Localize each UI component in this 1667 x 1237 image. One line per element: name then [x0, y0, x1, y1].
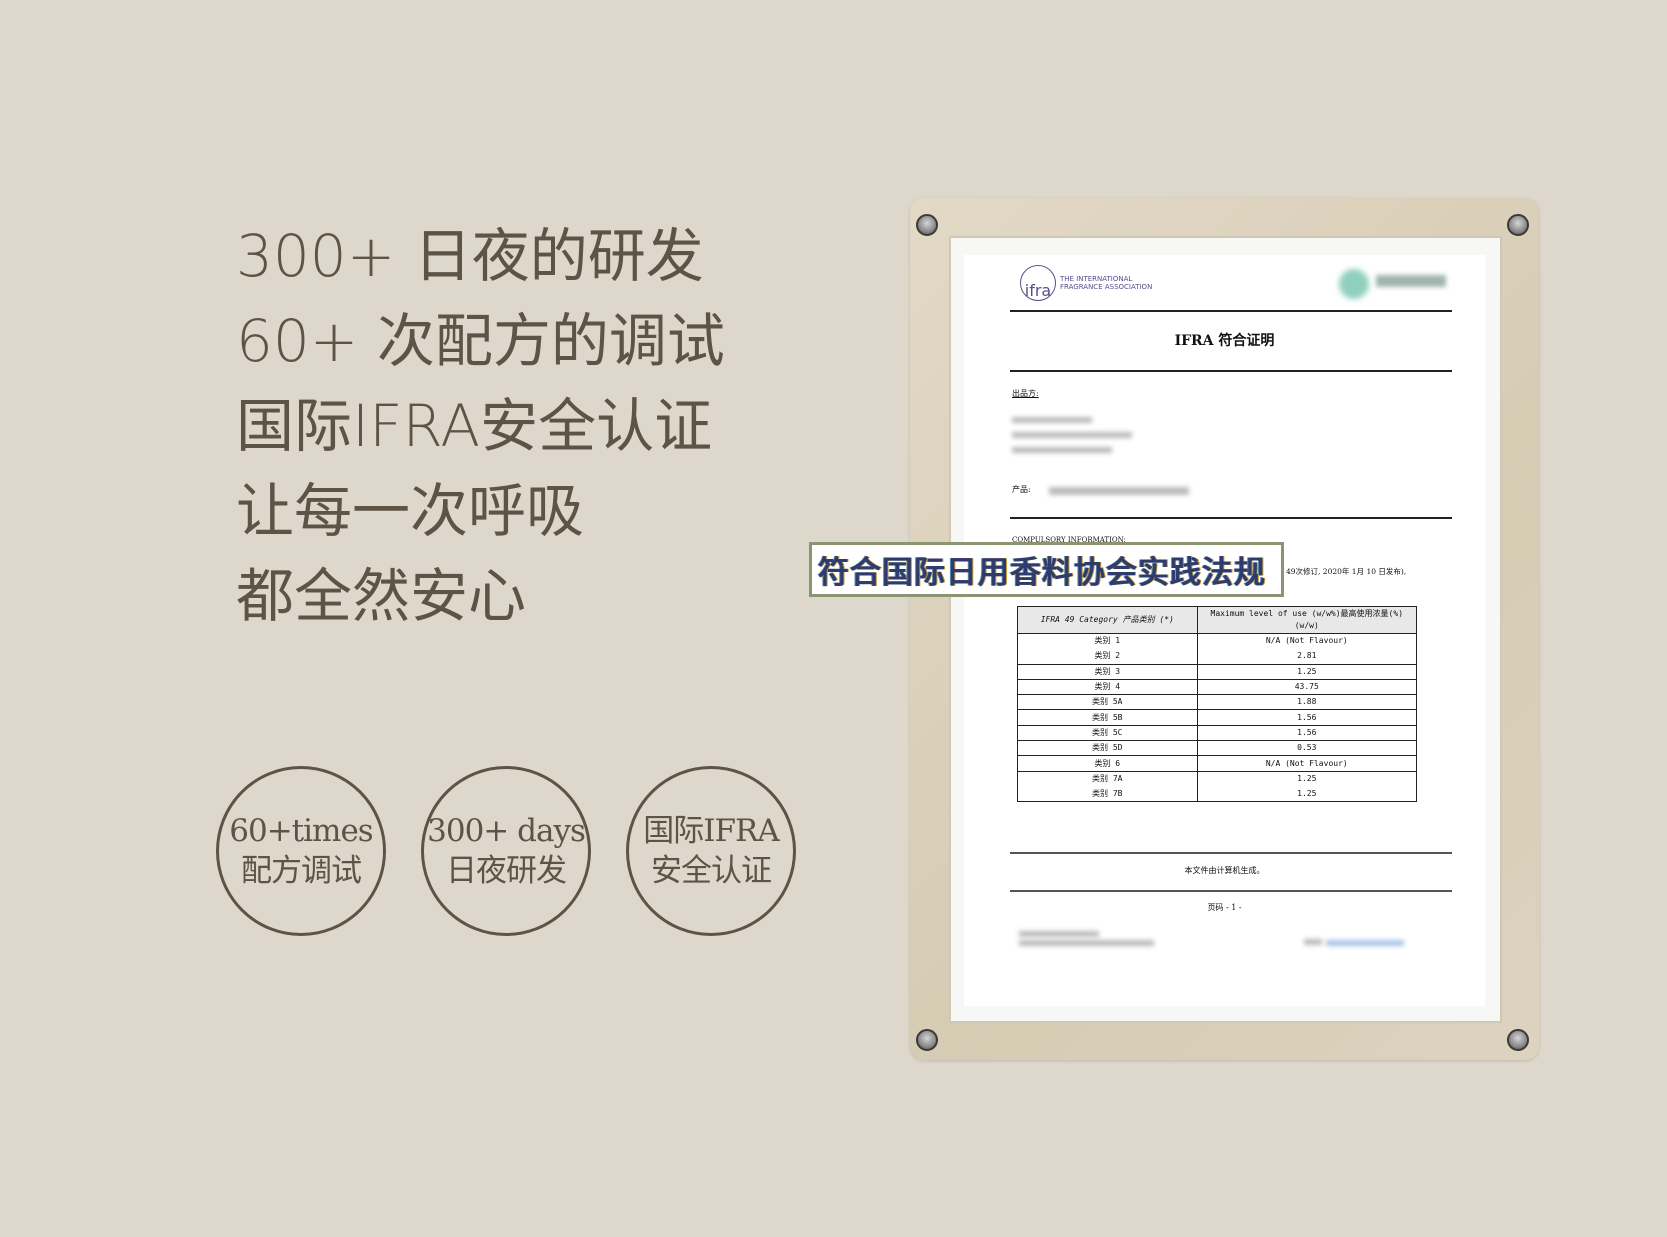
blurred-text: [1049, 487, 1189, 495]
max-level-cell: 0.53: [1196, 740, 1418, 757]
max-level-cell: 2.81: [1196, 648, 1418, 665]
table-row: 类别 5A 1.88: [1017, 694, 1418, 711]
max-level-cell: 1.56: [1196, 725, 1418, 742]
table-row: 类别 3 1.25: [1017, 664, 1418, 680]
headline-line: 300+ 日夜的研发: [236, 222, 704, 290]
blurred-text: [1019, 931, 1099, 937]
badge-days: 300+ days 日夜研发: [421, 766, 591, 936]
category-cell: 类别 4: [1017, 679, 1198, 696]
screw-icon: [916, 214, 938, 236]
badge-line: 300+ days: [427, 813, 586, 849]
ifra-logo-icon: ifra: [1020, 265, 1056, 301]
max-level-cell: N/A (Not Flavour): [1196, 633, 1418, 649]
category-cell: 类别 5D: [1017, 740, 1198, 757]
category-cell: 类别 7A: [1017, 771, 1198, 787]
category-cell: 类别 2: [1017, 648, 1198, 665]
screw-icon: [1507, 214, 1529, 236]
table-header: IFRA 49 Category 产品类别 (*): [1017, 606, 1198, 634]
product-label: 产品:: [1012, 485, 1031, 494]
logo-text: FRAGRANCE ASSOCIATION: [1060, 283, 1153, 291]
max-level-cell: 43.75: [1196, 679, 1418, 696]
table-row: 类别 5B 1.56: [1017, 709, 1418, 726]
badge-ifra: 国际IFRA 安全认证: [626, 766, 796, 936]
blurred-text: [1012, 417, 1092, 423]
divider: [1010, 517, 1452, 519]
divider: [1010, 890, 1452, 892]
blurred-text: [1012, 432, 1132, 438]
max-level-cell: 1.56: [1196, 709, 1418, 726]
screw-icon: [916, 1029, 938, 1051]
table-row: 类别 6 N/A (Not Flavour): [1017, 755, 1418, 772]
category-cell: 类别 5A: [1017, 694, 1198, 711]
amendment-text: 49次修订, 2020年 1月 10 日发布),: [1286, 567, 1407, 576]
certificate-title: IFRA 符合证明: [1174, 333, 1275, 349]
page-number: 页码 - 1 -: [1207, 903, 1242, 912]
category-cell: 类别 3: [1017, 664, 1198, 680]
category-cell: 类别 7B: [1017, 786, 1198, 803]
table-header: Maximum level of use (w/w%)最高使用浓量(%) (w/…: [1196, 606, 1418, 634]
generated-note: 本文件由计算机生成。: [1184, 866, 1265, 875]
badge-line: 国际IFRA: [643, 813, 779, 849]
divider: [1010, 852, 1452, 854]
blurred-text: [1012, 447, 1112, 453]
ifra-logo: ifra THE INTERNATIONAL FRAGRANCE ASSOCIA…: [1020, 265, 1152, 301]
headline-line: 让每一次呼吸: [236, 477, 585, 545]
badge-formula: 60+times 配方调试: [216, 766, 386, 936]
table-row: 类别 7A 1.25: [1017, 771, 1418, 787]
logo-text: THE INTERNATIONAL: [1060, 275, 1133, 283]
max-level-cell: N/A (Not Flavour): [1196, 755, 1418, 772]
table-row: 类别 1 N/A (Not Flavour): [1017, 633, 1418, 649]
certificate-document: ifra THE INTERNATIONAL FRAGRANCE ASSOCIA…: [964, 255, 1485, 1006]
max-level-cell: 1.25: [1196, 786, 1418, 803]
table-row: 类别 5C 1.56: [1017, 725, 1418, 742]
divider: [1010, 370, 1452, 372]
headline-line: 都全然安心: [236, 562, 527, 630]
headline: 300+ 日夜的研发 60+ 次配方的调试 国际IFRA安全认证 让每一次呼吸 …: [236, 214, 725, 639]
divider: [1010, 310, 1452, 312]
category-cell: 类别 5C: [1017, 725, 1198, 742]
headline-line: 60+ 次配方的调试: [236, 307, 725, 375]
category-cell: 类别 5B: [1017, 709, 1198, 726]
ifra-limits-table: IFRA 49 Category 产品类别 (*) Maximum level …: [1017, 606, 1418, 803]
badge-line: 安全认证: [651, 853, 772, 889]
table-row: 类别 7B 1.25: [1017, 786, 1418, 803]
category-cell: 类别 1: [1017, 633, 1198, 649]
badge-line: 日夜研发: [446, 853, 567, 889]
badge-line: 配方调试: [241, 853, 362, 889]
max-level-cell: 1.88: [1196, 694, 1418, 711]
category-cell: 类别 6: [1017, 755, 1198, 772]
headline-line: 国际IFRA安全认证: [236, 392, 713, 460]
brand-logo-icon: [1339, 269, 1369, 299]
badge-line: 60+times: [229, 813, 373, 849]
blurred-link: [1326, 940, 1404, 946]
table-row: 类别 5D 0.53: [1017, 740, 1418, 757]
blurred-brand: [1376, 275, 1446, 287]
issuer-label: 出品方:: [1012, 389, 1039, 398]
compliance-banner: 符合国际日用香料协会实践法规: [809, 542, 1284, 597]
screw-icon: [1507, 1029, 1529, 1051]
table-row: 类别 2 2.81: [1017, 648, 1418, 665]
blurred-text: [1304, 939, 1322, 945]
blurred-text: [1019, 940, 1154, 946]
max-level-cell: 1.25: [1196, 771, 1418, 787]
table-row: 类别 4 43.75: [1017, 679, 1418, 696]
max-level-cell: 1.25: [1196, 664, 1418, 680]
